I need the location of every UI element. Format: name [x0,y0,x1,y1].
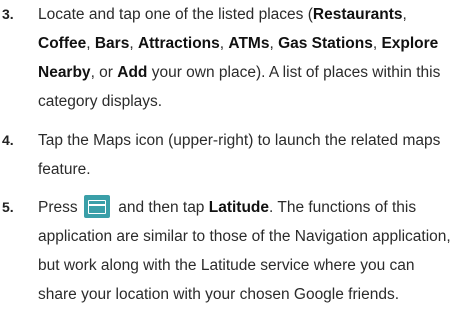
manual-page: 3. Locate and tap one of the listed plac… [0,0,472,311]
bold-term: Add [117,64,148,81]
menu-key-icon [83,195,110,218]
text-line: Locate and tap one of the listed places … [38,0,468,29]
bold-term: Coffee [38,35,87,52]
text-run: share your location with your chosen Goo… [38,286,400,303]
text-run: Locate and tap one of the listed places … [38,6,313,23]
bold-term: ATMs [228,35,270,52]
bold-term: Latitude [208,199,270,216]
text-line: share your location with your chosen Goo… [38,280,468,309]
step-number: 3. [2,6,14,22]
bold-term: Attractions [137,35,220,52]
step-text: Locate and tap one of the listed places … [38,0,468,116]
text-line: category displays. [38,87,468,116]
text-run: feature. [38,161,91,178]
bold-term: Nearby [38,64,91,81]
text-line: but work along with the Latitude service… [38,251,468,280]
bold-term: Restaurants [312,6,403,23]
step-text: Press and then tap Latitude. The functio… [38,193,468,309]
bold-term: Bars [94,35,130,52]
text-run: , [269,35,279,52]
bold-term: Gas Stations [278,35,373,52]
menu-key-icon-frame [87,200,106,214]
step-number: 4. [2,132,14,148]
step-text: Tap the Maps icon (upper-right) to launc… [38,126,468,184]
menu-key-icon-bar [87,204,106,206]
text-run: application are similar to those of the … [38,228,451,245]
text-line: Coffee, Bars, Attractions, ATMs, Gas Sta… [38,29,468,58]
text-run: , [402,6,407,23]
bold-term: Explore [381,35,439,52]
step-number: 5. [2,199,14,215]
text-run: , [86,35,95,52]
text-run: your own place). A list of places within… [147,64,441,81]
text-line: Nearby, or Add your own place). A list o… [38,58,468,87]
text-run: Tap the Maps icon (upper-right) to launc… [38,132,441,149]
text-run: and then tap [113,199,209,216]
text-line: application are similar to those of the … [38,222,468,251]
text-run: . The functions of this [269,199,417,216]
text-line: feature. [38,155,468,184]
text-run: Press [38,199,82,216]
text-run: but work along with the Latitude service… [38,257,415,274]
text-line: Press and then tap Latitude. The functio… [38,193,468,222]
text-run: , [129,35,138,52]
text-run: , or [90,64,118,81]
text-run: category displays. [38,93,163,110]
text-line: Tap the Maps icon (upper-right) to launc… [38,126,468,155]
